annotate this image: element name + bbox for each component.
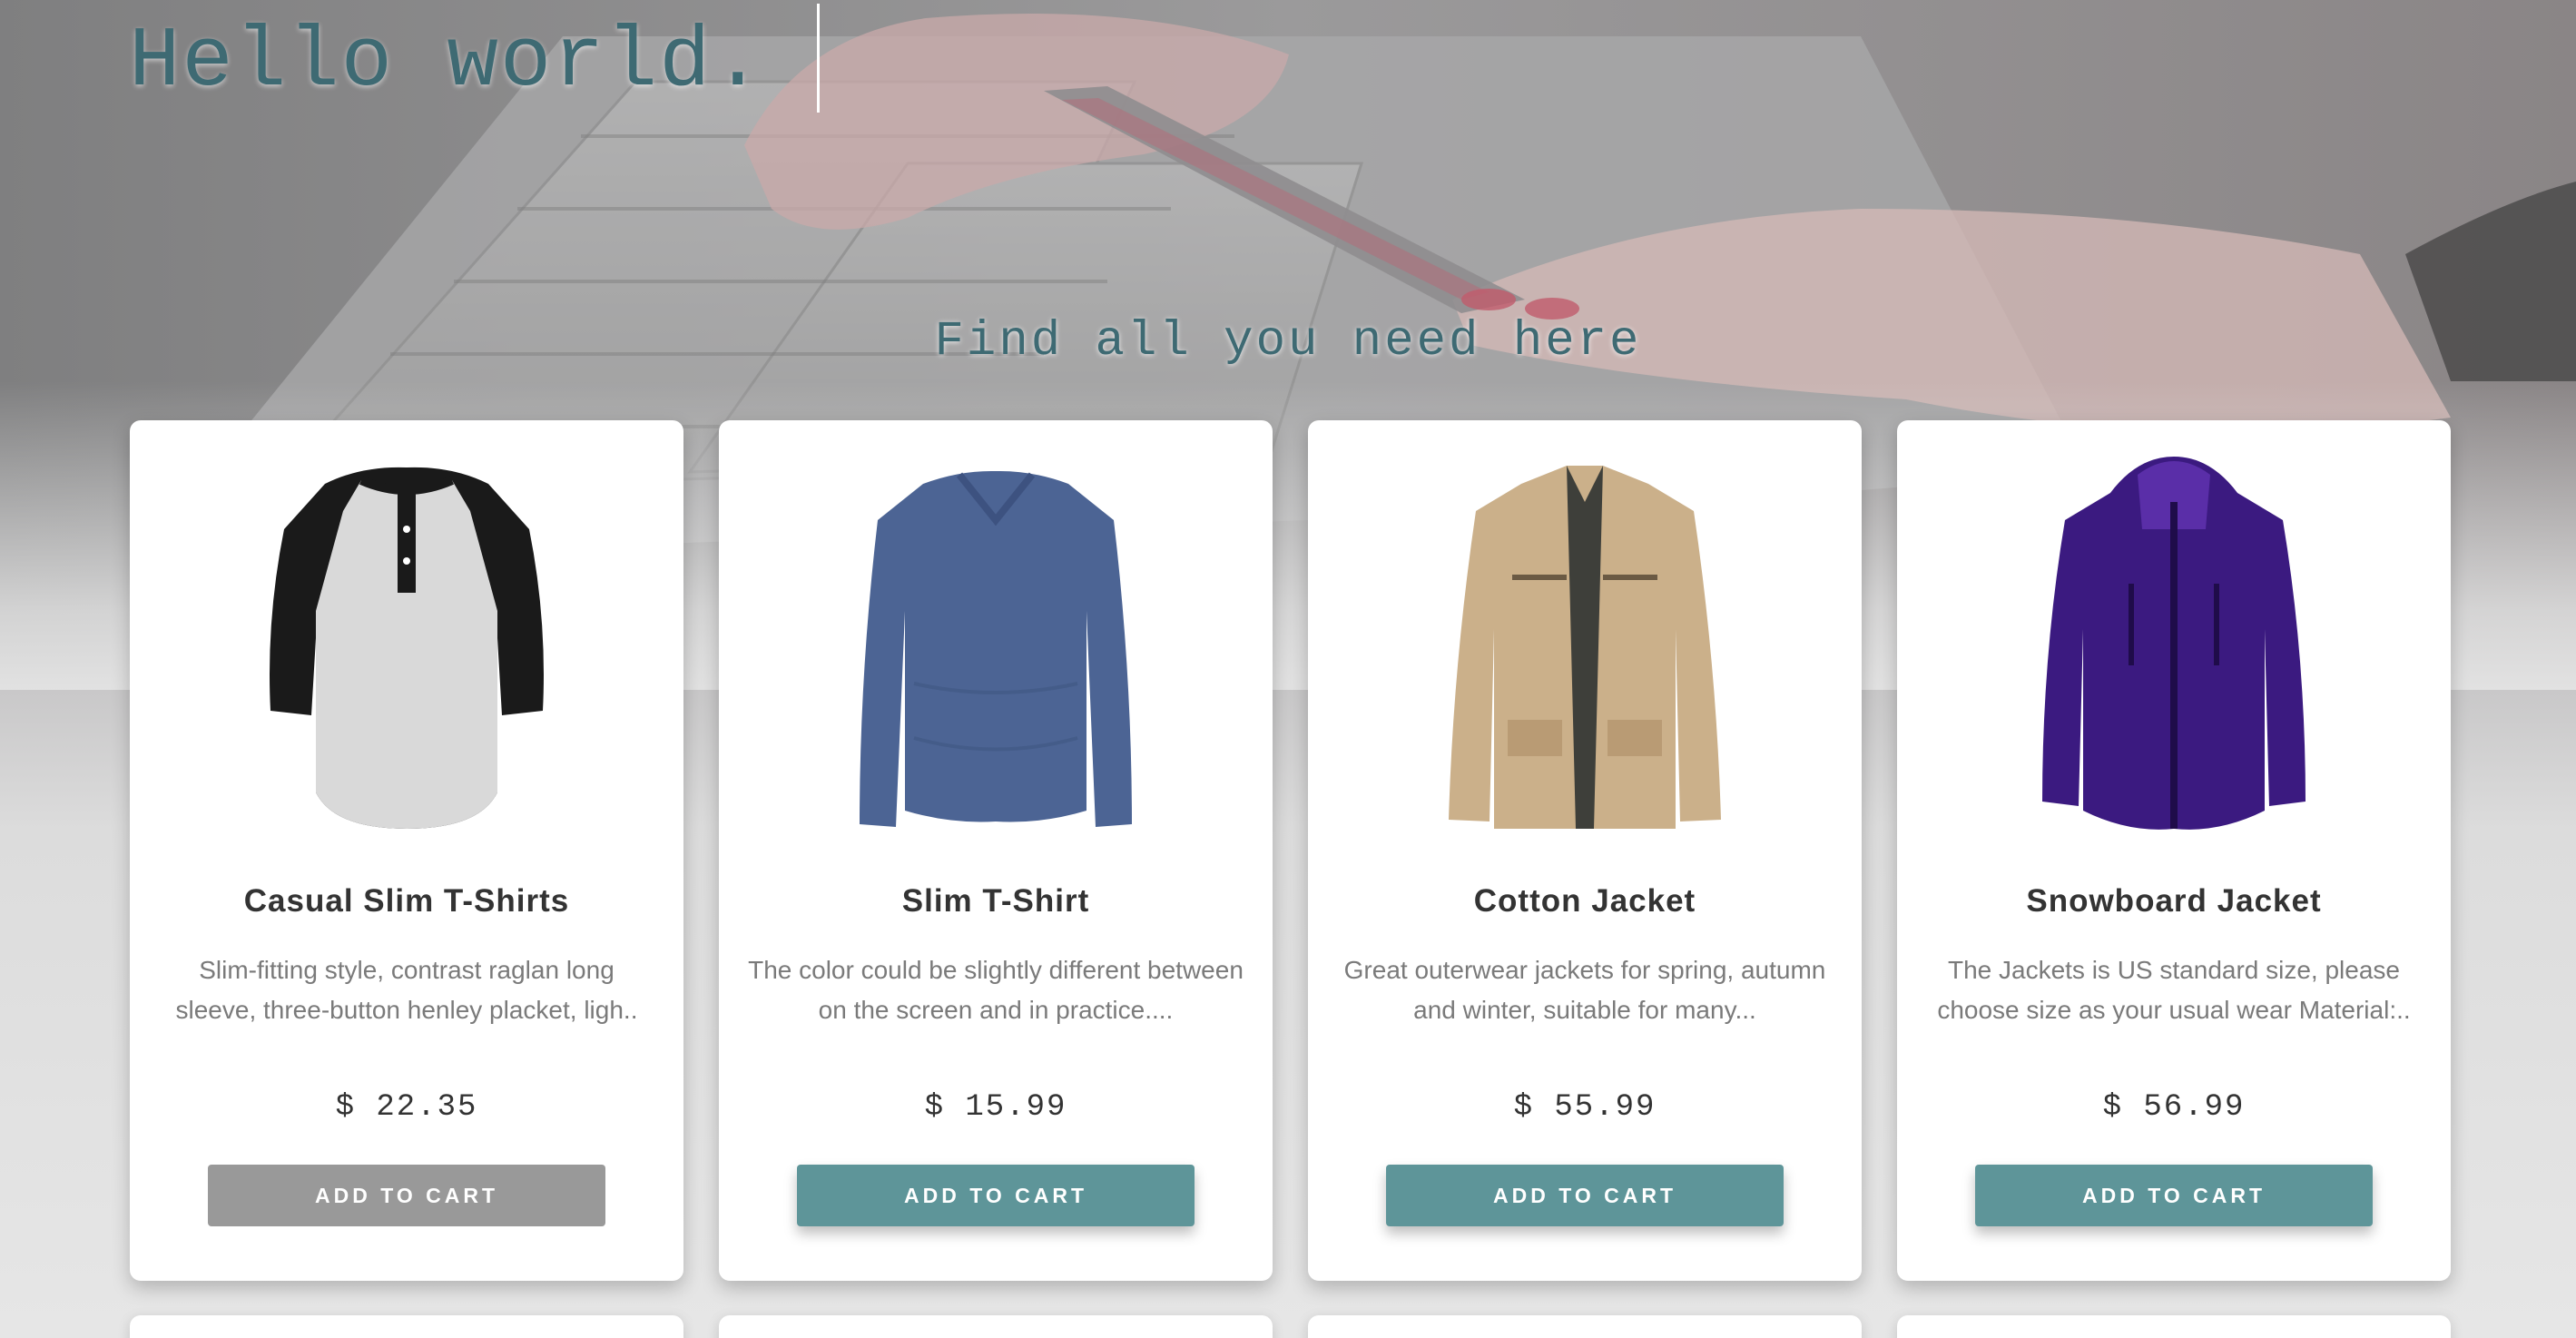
- product-price: $ 15.99: [924, 1090, 1067, 1125]
- typing-cursor: [817, 4, 820, 113]
- product-card-next-row: [130, 1315, 683, 1338]
- hero-heading: Hello world.: [129, 15, 765, 111]
- product-title: Snowboard Jacket: [2026, 883, 2322, 919]
- product-card: Cotton Jacket Great outerwear jackets fo…: [1308, 420, 1862, 1281]
- add-to-cart-button[interactable]: ADD TO CART: [208, 1165, 605, 1226]
- product-description: The Jackets is US standard size, please …: [1937, 956, 2411, 1024]
- product-description: The color could be slightly different be…: [748, 956, 1244, 1024]
- product-description: Great outerwear jackets for spring, autu…: [1343, 956, 1826, 1024]
- product-card: Casual Slim T-Shirts Slim-fitting style,…: [130, 420, 683, 1281]
- product-description: Slim-fitting style, contrast raglan long…: [175, 956, 638, 1024]
- product-card: Slim T-Shirt The color could be slightly…: [719, 420, 1273, 1281]
- product-price: $ 55.99: [1513, 1090, 1657, 1125]
- add-to-cart-button[interactable]: ADD TO CART: [1386, 1165, 1784, 1226]
- product-title: Casual Slim T-Shirts: [243, 883, 570, 919]
- product-price: $ 22.35: [335, 1090, 478, 1125]
- product-card-next-row: [719, 1315, 1273, 1338]
- add-to-cart-button[interactable]: ADD TO CART: [1975, 1165, 2373, 1226]
- product-card-next-row: [1897, 1315, 2451, 1338]
- cotton-jacket-icon: [1449, 466, 1721, 829]
- product-card-next-row: [1308, 1315, 1862, 1338]
- product-card: Snowboard Jacket The Jackets is US stand…: [1897, 420, 2451, 1281]
- raglan-henley-shirt-icon: [270, 467, 544, 829]
- page: Hello world. Find all you need here Casu…: [0, 0, 2576, 1338]
- add-to-cart-button[interactable]: ADD TO CART: [797, 1165, 1195, 1226]
- long-sleeve-tshirt-icon: [860, 470, 1132, 827]
- product-title: Slim T-Shirt: [901, 883, 1090, 919]
- snowboard-jacket-icon: [2042, 457, 2306, 830]
- hero-tagline: Find all you need here: [934, 314, 1642, 369]
- product-title: Cotton Jacket: [1473, 883, 1696, 919]
- product-price: $ 56.99: [2102, 1090, 2246, 1125]
